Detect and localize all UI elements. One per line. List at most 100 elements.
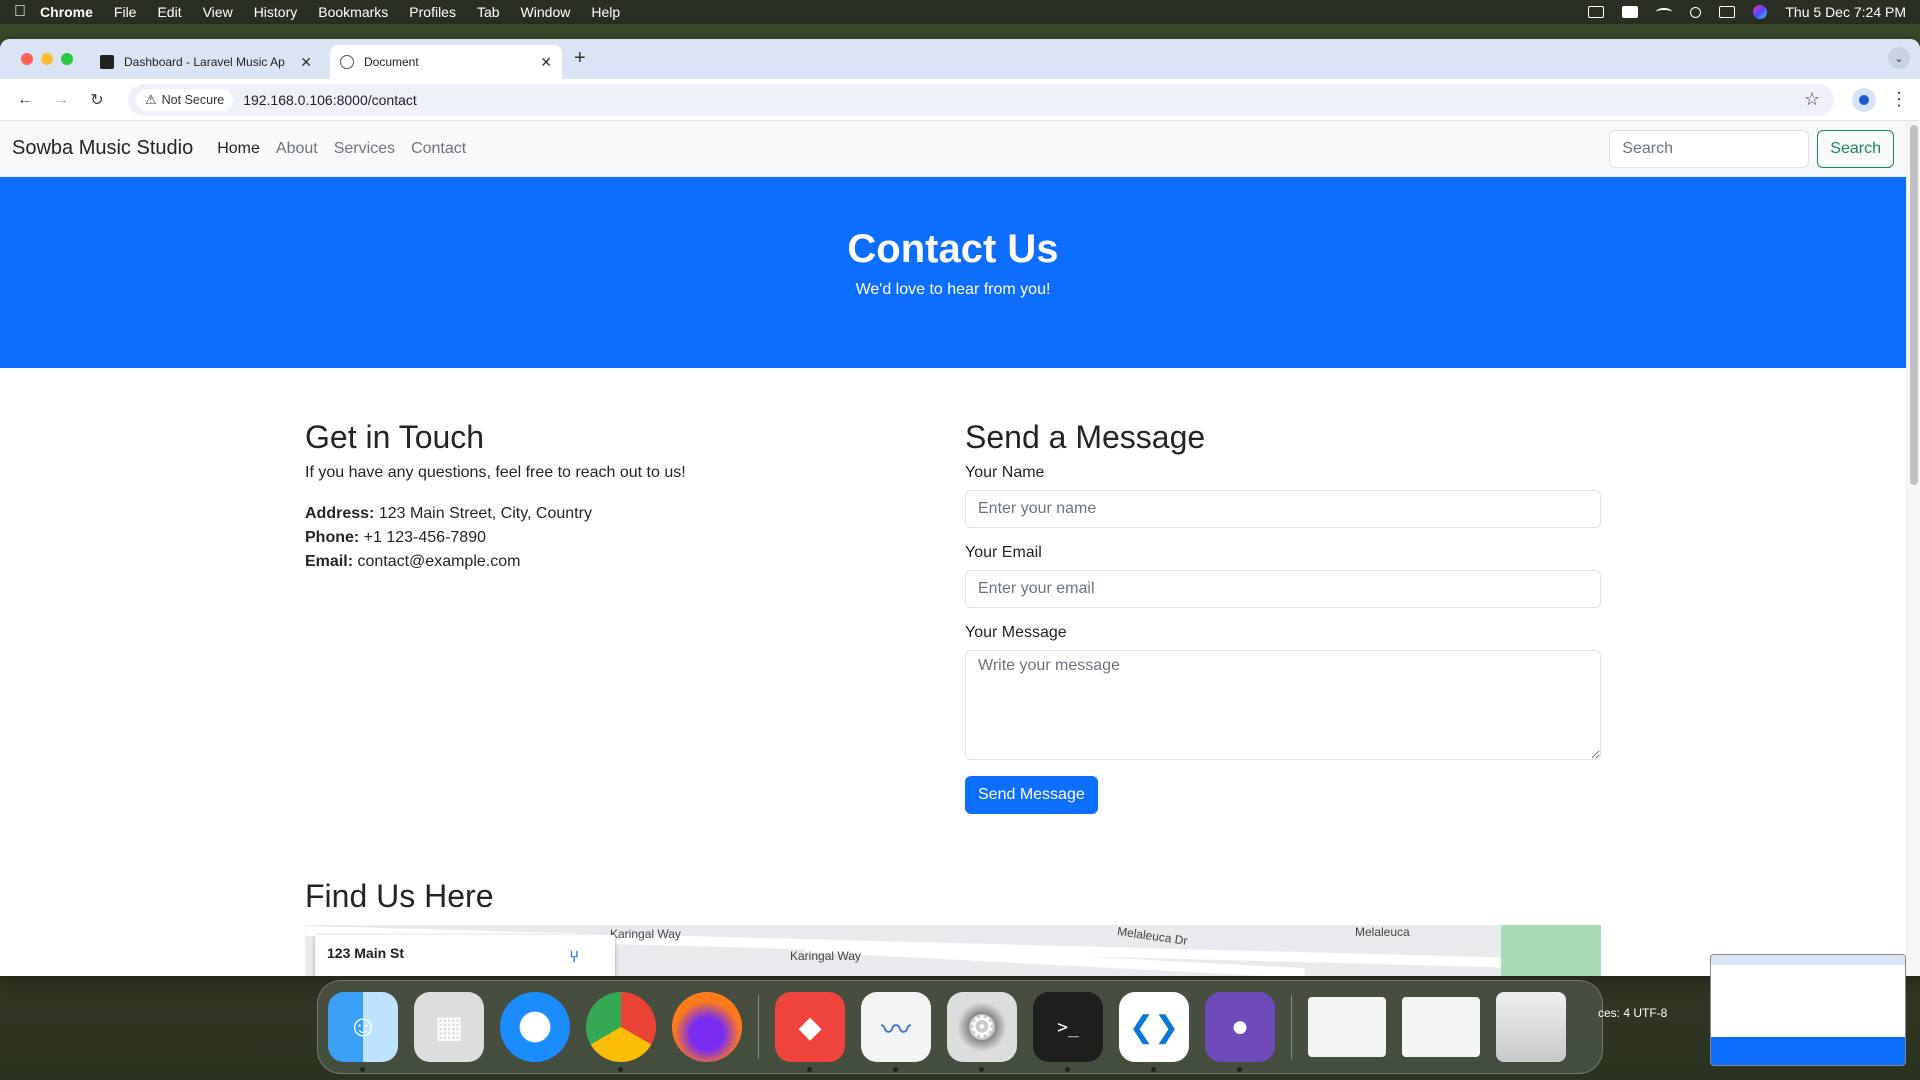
menu-history[interactable]: History xyxy=(254,4,298,20)
siri-icon[interactable] xyxy=(1753,5,1768,19)
contact-content: Get in Touch If you have any questions, … xyxy=(0,368,1906,976)
tab-document[interactable]: Document ✕ xyxy=(330,45,562,79)
message-field[interactable] xyxy=(965,650,1601,761)
dock-separator xyxy=(758,995,759,1059)
firefox-icon[interactable] xyxy=(672,992,742,1062)
apple-icon[interactable]:  xyxy=(14,3,40,21)
github-desktop-icon[interactable]: ● xyxy=(1205,992,1275,1072)
preview-footer xyxy=(1711,1037,1905,1065)
name-field[interactable] xyxy=(965,490,1601,529)
embedded-map[interactable]: Karingal Way Karingal Way Melaleuca Dr M… xyxy=(305,925,1601,976)
map-park xyxy=(1501,925,1601,976)
trash-icon[interactable] xyxy=(1496,992,1566,1062)
menu-profiles[interactable]: Profiles xyxy=(409,4,456,20)
email-value: contact@example.com xyxy=(357,553,521,571)
minimize-window-button[interactable] xyxy=(41,53,53,65)
wifi-icon[interactable] xyxy=(1656,8,1673,16)
reload-icon[interactable]: ↻ xyxy=(84,87,110,113)
security-chip[interactable]: ⚠ Not Secure xyxy=(136,88,234,111)
back-arrow-icon[interactable]: ← xyxy=(12,87,38,113)
url-text[interactable]: 192.168.0.106:8000/contact xyxy=(243,92,417,108)
address-line: Address: 123 Main Street, City, Country xyxy=(305,502,925,526)
nav-services[interactable]: Services xyxy=(334,136,395,162)
bookmark-star-icon[interactable]: ☆ xyxy=(1804,89,1820,110)
menu-window[interactable]: Window xyxy=(521,4,571,20)
menu-view[interactable]: View xyxy=(203,4,233,20)
minimized-window-thumbnail[interactable] xyxy=(1308,997,1386,1057)
chrome-icon[interactable] xyxy=(586,992,656,1072)
menu-file[interactable]: File xyxy=(114,4,137,20)
spotlight-search-icon[interactable] xyxy=(1690,6,1702,18)
phone-line: Phone: +1 123-456-7890 xyxy=(305,526,925,550)
navbar-search-form: Search xyxy=(1609,129,1894,168)
get-in-touch-column: Get in Touch If you have any questions, … xyxy=(305,418,925,574)
directions-icon[interactable]: ⑂ xyxy=(569,949,579,967)
globe-favicon-icon xyxy=(340,55,354,69)
address-value: 123 Main Street, City, Country xyxy=(378,505,592,523)
get-in-touch-intro: If you have any questions, feel free to … xyxy=(305,464,686,482)
menu-tab[interactable]: Tab xyxy=(477,4,500,20)
map-place-card[interactable]: 123 Main St ⑂ xyxy=(315,935,615,976)
tab-title: Document xyxy=(364,55,419,69)
safari-icon[interactable] xyxy=(500,992,570,1062)
terminal-icon[interactable]: >_ xyxy=(1033,992,1103,1072)
navbar-search-button[interactable]: Search xyxy=(1817,129,1894,168)
email-line: Email: contact@example.com xyxy=(305,550,925,574)
nav-home[interactable]: Home xyxy=(217,136,260,162)
scrollbar-thumb[interactable] xyxy=(1910,125,1918,485)
hero-subtitle: We'd love to hear from you! xyxy=(855,281,1051,298)
browser-toolbar: ← → ↻ ⚠ Not Secure 192.168.0.106:8000/co… xyxy=(0,79,1920,121)
tab-search-chevron-icon[interactable]: ⌄ xyxy=(1888,47,1910,69)
dock-separator xyxy=(1291,995,1292,1059)
site-brand[interactable]: Sowba Music Studio xyxy=(12,137,193,160)
page-scrollbar[interactable] xyxy=(1906,121,1920,976)
profile-avatar-icon[interactable] xyxy=(1852,87,1876,112)
map-street-label: Karingal Way xyxy=(610,927,681,941)
tab-dashboard[interactable]: Dashboard - Laravel Music Ap ✕ xyxy=(90,45,322,79)
hero-title: Contact Us xyxy=(847,227,1059,271)
warning-triangle-icon: ⚠ xyxy=(145,91,157,107)
map-street-label: Karingal Way xyxy=(790,949,861,963)
address-label: Address: xyxy=(305,505,375,523)
nav-contact[interactable]: Contact xyxy=(411,136,466,162)
minimized-window-thumbnail[interactable] xyxy=(1402,997,1480,1057)
control-center-icon[interactable] xyxy=(1719,6,1736,18)
preview-tabbar xyxy=(1711,955,1905,965)
security-label: Not Secure xyxy=(161,92,225,107)
map-street-label: Melaleuca xyxy=(1355,925,1410,939)
address-bar[interactable]: ⚠ Not Secure 192.168.0.106:8000/contact … xyxy=(128,83,1834,116)
screenshot-preview-thumbnail[interactable] xyxy=(1710,954,1906,1066)
freeform-icon[interactable]: 〰 xyxy=(861,992,931,1072)
email-field[interactable] xyxy=(965,570,1601,609)
get-in-touch-title: Get in Touch xyxy=(305,419,485,455)
new-tab-icon[interactable]: + xyxy=(574,47,586,70)
close-tab-icon[interactable]: ✕ xyxy=(300,54,312,71)
send-message-button[interactable]: Send Message xyxy=(965,776,1098,815)
finder-icon[interactable]: ☺ xyxy=(328,992,398,1072)
navbar-search-input[interactable] xyxy=(1609,129,1810,168)
nav-about[interactable]: About xyxy=(276,136,318,162)
fullscreen-window-button[interactable] xyxy=(61,53,73,65)
system-settings-icon[interactable]: ⚙ xyxy=(947,992,1017,1072)
anydesk-icon[interactable]: ◆ xyxy=(775,992,845,1072)
menu-bookmarks[interactable]: Bookmarks xyxy=(318,4,388,20)
menu-app-name[interactable]: Chrome xyxy=(40,4,93,20)
launchpad-icon[interactable]: ▦ xyxy=(414,992,484,1062)
forward-arrow-icon[interactable]: → xyxy=(48,87,74,113)
menu-edit[interactable]: Edit xyxy=(157,4,181,20)
tab-title: Dashboard - Laravel Music Ap xyxy=(124,55,285,69)
dropbox-icon[interactable] xyxy=(1588,6,1605,18)
window-controls xyxy=(21,53,73,65)
phone-value: +1 123-456-7890 xyxy=(363,529,486,547)
stage-manager-icon[interactable] xyxy=(1622,6,1639,18)
close-window-button[interactable] xyxy=(21,53,33,65)
close-tab-icon[interactable]: ✕ xyxy=(540,54,552,71)
map-place-title: 123 Main St xyxy=(327,945,405,961)
phone-label: Phone: xyxy=(305,529,360,547)
menubar-clock[interactable]: Thu 5 Dec 7:24 PM xyxy=(1785,4,1906,20)
vscode-icon[interactable]: ❮❯ xyxy=(1119,992,1189,1072)
chrome-menu-icon[interactable]: ⋮ xyxy=(1890,89,1908,110)
site-navbar: Sowba Music Studio Home About Services C… xyxy=(0,121,1906,177)
menu-help[interactable]: Help xyxy=(591,4,620,20)
message-label: Your Message xyxy=(965,624,1067,642)
